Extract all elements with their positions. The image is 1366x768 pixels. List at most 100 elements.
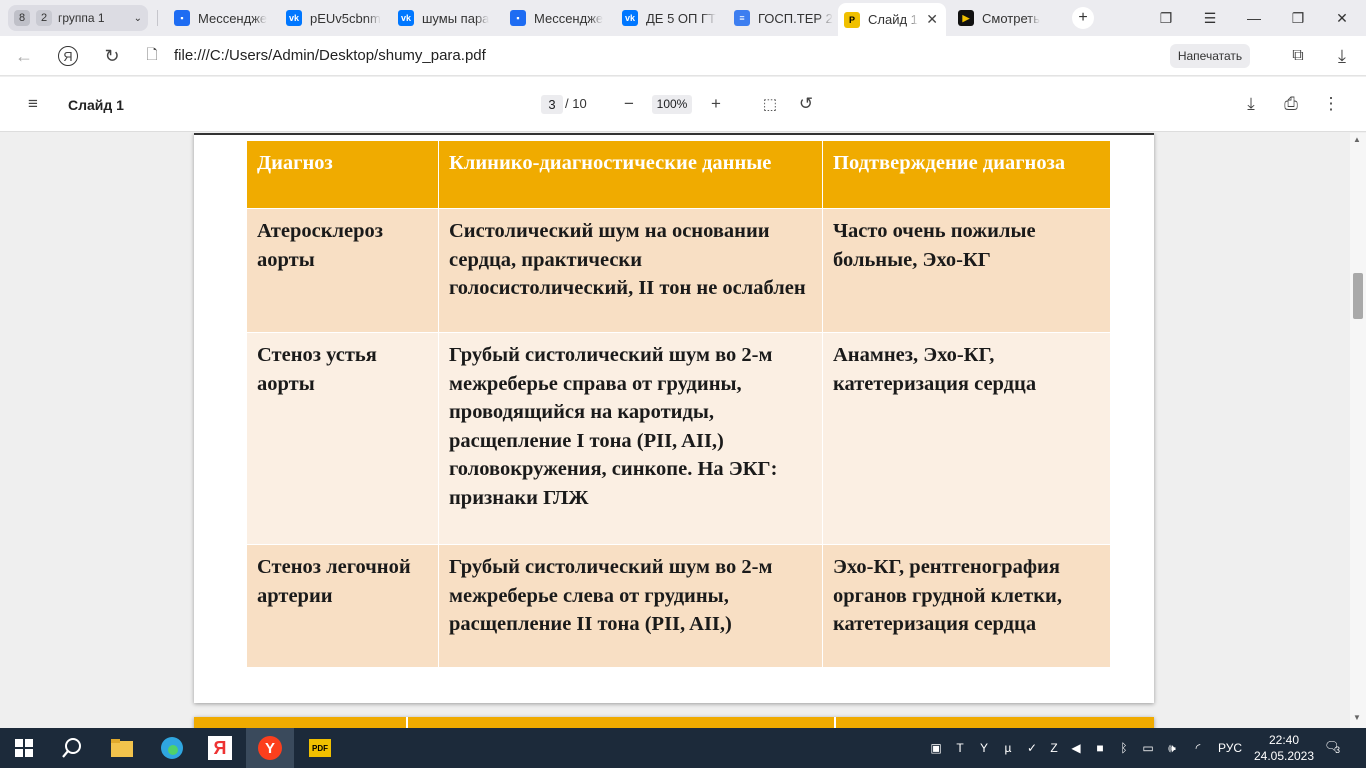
- tab-title: ГОСП.ТЕР 2: [758, 10, 833, 26]
- menu-icon[interactable]: ☰: [1190, 0, 1230, 36]
- tab-vk-1[interactable]: vk pEUv5cbnm: [280, 5, 388, 31]
- fit-page-icon[interactable]: ⬚: [757, 91, 783, 117]
- table-header-cell: Диагноз: [246, 140, 439, 209]
- close-icon[interactable]: ✕: [926, 11, 938, 28]
- back-button[interactable]: ←: [10, 42, 38, 70]
- close-window-button[interactable]: ✕: [1322, 0, 1362, 36]
- restore-button[interactable]: ❐: [1278, 0, 1318, 36]
- print-icon[interactable]: ⎙: [1278, 91, 1304, 117]
- page-number-input[interactable]: 3: [541, 95, 563, 114]
- url-field[interactable]: file:///C:/Users/Admin/Desktop/shumy_par…: [174, 47, 486, 64]
- yandex-icon: Я: [208, 736, 232, 760]
- pdf-reader-button[interactable]: PDF: [296, 728, 344, 768]
- table-row: Стеноз устья аорты Грубый систолический …: [246, 332, 1111, 545]
- reload-button[interactable]: ↻: [98, 42, 126, 70]
- start-button[interactable]: [0, 728, 48, 768]
- download-pdf-icon[interactable]: ⤓: [1238, 91, 1264, 117]
- rotate-icon[interactable]: ↺: [793, 91, 819, 117]
- notification-icon[interactable]: ◀: [1068, 740, 1084, 756]
- table-cell: Атеросклероз аорты: [246, 208, 439, 333]
- tab-title: ДЕ 5 ОП ГТ: [646, 10, 716, 26]
- yandex-app-button[interactable]: Y: [246, 728, 294, 768]
- teams-icon[interactable]: T: [952, 740, 968, 756]
- tab-messenger-2[interactable]: ▪ Мессендже: [504, 5, 612, 31]
- clock[interactable]: 22:40 24.05.2023: [1253, 732, 1315, 764]
- battery-icon[interactable]: ▭: [1140, 740, 1156, 756]
- download-icon[interactable]: ⤓: [1328, 42, 1356, 70]
- print-text-button[interactable]: Напечатать: [1170, 44, 1250, 68]
- action-center-button[interactable]: 🗨 3: [1324, 739, 1344, 757]
- tab-group[interactable]: 8 2 группа 1 ⌄: [8, 5, 148, 31]
- yandex-tray-icon[interactable]: Y: [976, 740, 992, 756]
- search-button[interactable]: [48, 728, 96, 768]
- wifi-icon[interactable]: ◜: [1190, 740, 1206, 756]
- edge-button[interactable]: [148, 728, 196, 768]
- table-cell: Эхо-КГ, рентгенография органов грудной к…: [822, 544, 1111, 668]
- zoom-out-button[interactable]: −: [616, 91, 642, 117]
- vk-icon: vk: [286, 10, 302, 26]
- table-header-row: Диагноз Клинико-диагностические данные П…: [246, 140, 1111, 209]
- tab-video[interactable]: ▶ Смотреть: [952, 5, 1060, 31]
- diagnosis-table: Диагноз Клинико-диагностические данные П…: [246, 140, 1111, 668]
- tab-vk-3[interactable]: vk ДЕ 5 ОП ГТ: [616, 5, 724, 31]
- bookmarks-icon[interactable]: ⧉: [1284, 42, 1312, 70]
- pdf-viewer[interactable]: Диагноз Клинико-диагностические данные П…: [0, 133, 1350, 728]
- tabs-manager-icon[interactable]: ❐: [1146, 0, 1186, 36]
- zoom-level-input[interactable]: 100%: [652, 95, 692, 114]
- browser-tab-strip: 8 2 группа 1 ⌄ ▪ Мессендже vk pEUv5cbnm …: [0, 0, 1366, 36]
- utorrent-icon[interactable]: µ: [1000, 740, 1016, 756]
- table-cell: Систолический шум на основании сердца, п…: [438, 208, 823, 333]
- security-icon[interactable]: ■: [1092, 740, 1108, 756]
- file-explorer-button[interactable]: [98, 728, 146, 768]
- pdf-page-next: [194, 717, 1154, 728]
- next-table-header: [194, 717, 1154, 728]
- tab-docs[interactable]: ≡ ГОСП.ТЕР 2: [728, 5, 836, 31]
- messenger-icon: ▪: [174, 10, 190, 26]
- notification-count: 3: [1335, 745, 1341, 755]
- tab-group-number: 2: [36, 10, 52, 26]
- zoom-app-icon[interactable]: Z: [1046, 740, 1062, 756]
- bluetooth-icon[interactable]: ᛒ: [1116, 740, 1132, 756]
- tab-title: Смотреть: [982, 10, 1040, 26]
- zoom-in-button[interactable]: +: [703, 91, 729, 117]
- video-icon: ▶: [958, 10, 974, 26]
- pdf-toolbar: ≡ Слайд 1 3 / 10 − 100% + ⬚ ↺ ⤓ ⎙ ⋮: [0, 77, 1366, 132]
- sidebar-menu-icon[interactable]: ≡: [20, 91, 46, 117]
- windows-icon: [15, 739, 33, 757]
- tray-app-icon[interactable]: ▣: [928, 740, 944, 756]
- tab-title: Слайд 1: [868, 12, 918, 27]
- tab-messenger-1[interactable]: ▪ Мессендже: [168, 5, 276, 31]
- table-cell: Часто очень пожилые больные, Эхо-КГ: [822, 208, 1111, 333]
- scrollbar[interactable]: ▲ ▼: [1350, 133, 1366, 728]
- table-header-cell: Клинико-диагностические данные: [438, 140, 823, 209]
- messenger-icon: ▪: [510, 10, 526, 26]
- volume-icon[interactable]: 🕪: [1164, 740, 1180, 756]
- more-options-icon[interactable]: ⋮: [1318, 91, 1344, 117]
- table-row: Атеросклероз аорты Систолический шум на …: [246, 208, 1111, 333]
- folder-icon: [111, 739, 133, 757]
- yandex-browser-button[interactable]: Я: [196, 728, 244, 768]
- document-title: Слайд 1: [68, 97, 124, 113]
- taskbar: Я Y PDF ▣ T Y µ ✓ Z ◀ ■ ᛒ ▭ 🕪 ◜ РУС 22:4…: [0, 728, 1366, 768]
- yandex-button[interactable]: Я: [54, 42, 82, 70]
- tab-count-badge[interactable]: 8: [14, 10, 30, 26]
- tab-title: Мессендже: [534, 10, 604, 26]
- table-header-cell: Подтверждение диагноза: [822, 140, 1111, 209]
- minimize-button[interactable]: —: [1234, 0, 1274, 36]
- table-row: Стеноз легочной артерии Грубый систоличе…: [246, 544, 1111, 668]
- scrollbar-thumb[interactable]: [1353, 273, 1363, 319]
- edge-icon: [161, 737, 183, 759]
- tab-title: pEUv5cbnm: [310, 10, 381, 26]
- scroll-down-icon[interactable]: ▼: [1353, 713, 1361, 722]
- new-tab-button[interactable]: +: [1064, 0, 1102, 36]
- file-icon: 🗋: [146, 46, 158, 62]
- language-indicator[interactable]: РУС: [1218, 741, 1242, 755]
- tab-title: шумы пара: [422, 10, 490, 26]
- pdf-icon: P: [844, 11, 860, 28]
- pdf-page: Диагноз Клинико-диагностические данные П…: [194, 133, 1154, 703]
- tab-pdf-active[interactable]: P Слайд 1 ✕: [838, 3, 946, 36]
- chevron-down-icon[interactable]: ⌄: [134, 13, 142, 24]
- checkmark-icon[interactable]: ✓: [1024, 740, 1040, 756]
- tab-vk-2[interactable]: vk шумы пара: [392, 5, 500, 31]
- scroll-up-icon[interactable]: ▲: [1353, 135, 1361, 144]
